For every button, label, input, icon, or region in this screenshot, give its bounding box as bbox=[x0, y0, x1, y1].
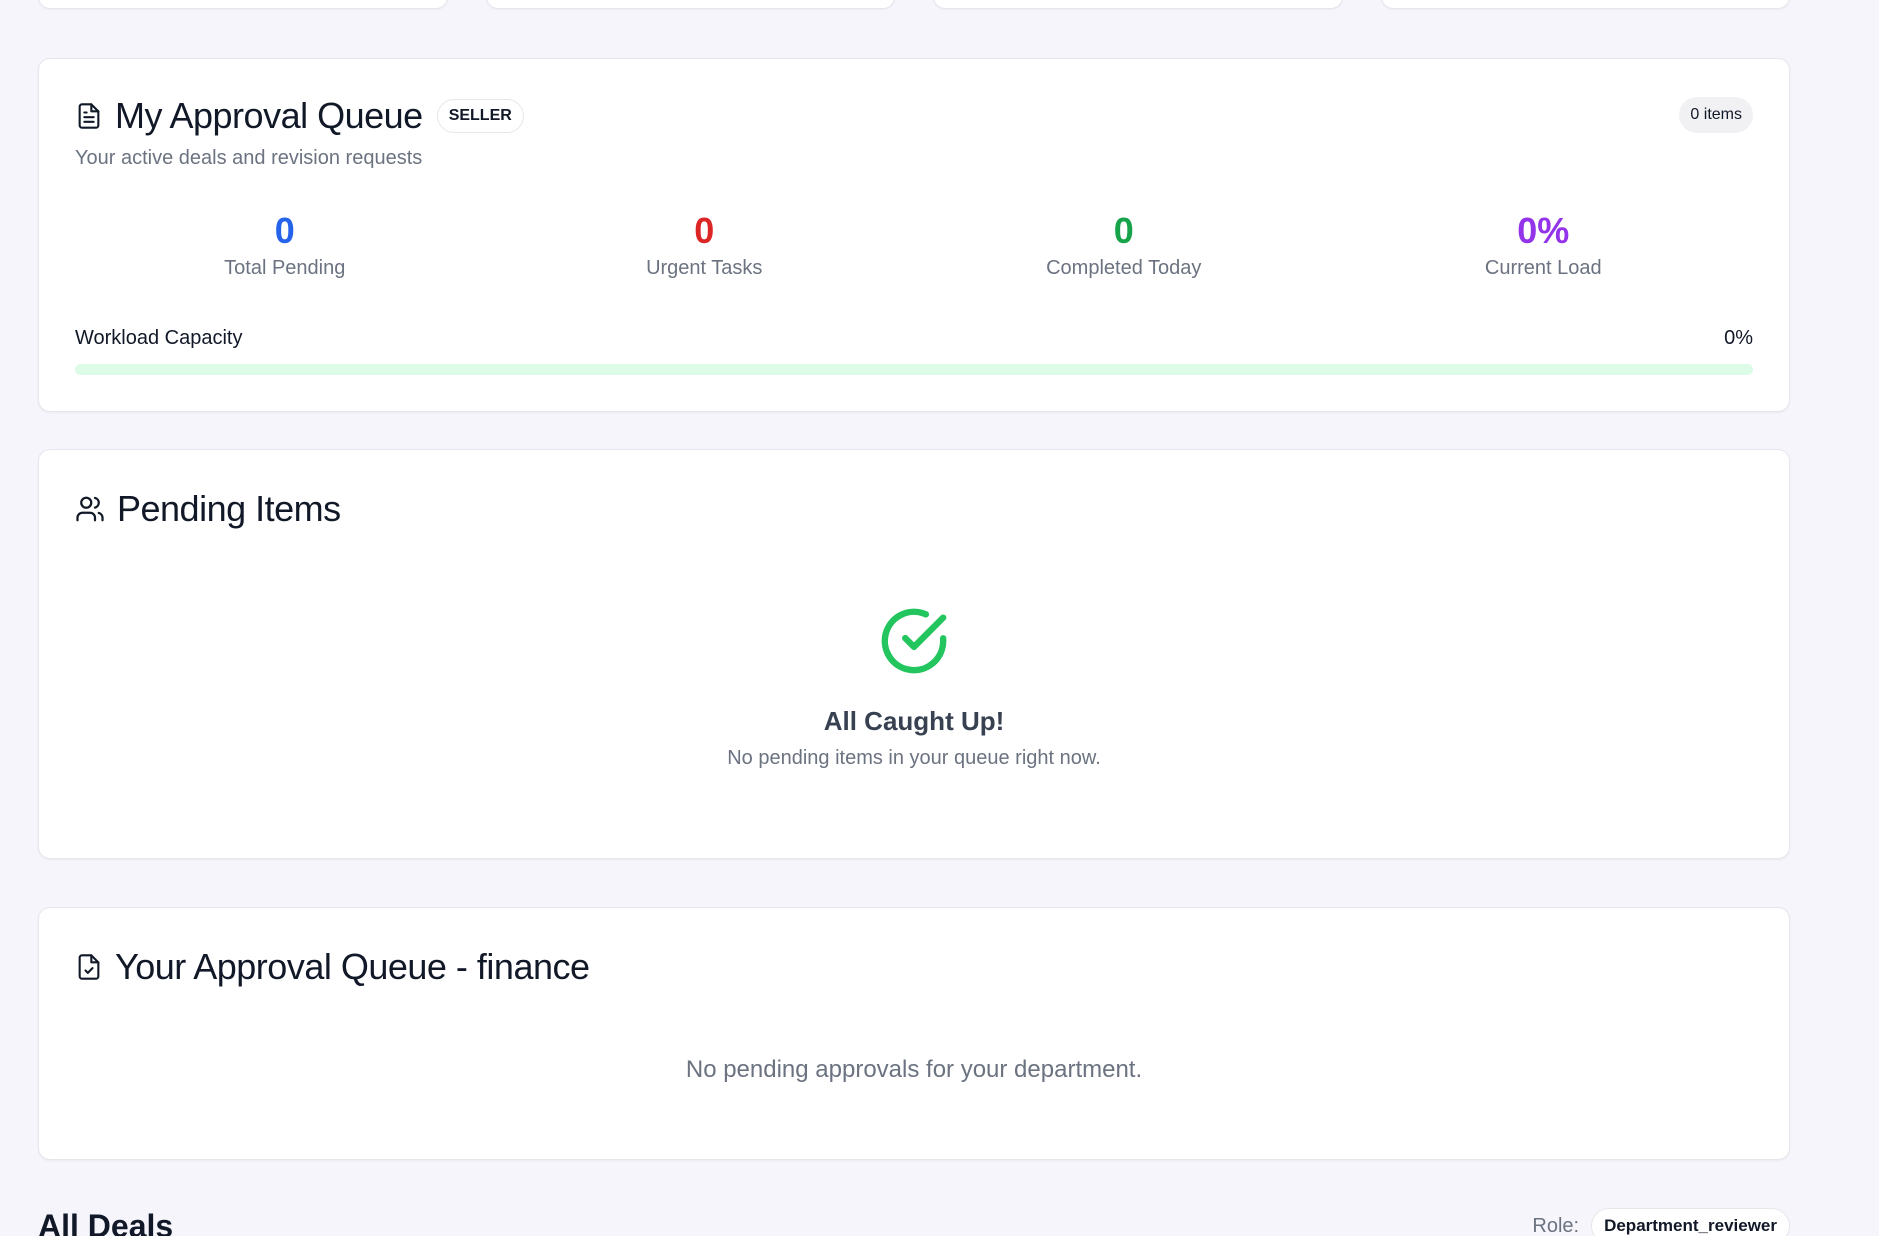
finance-queue-title: Your Approval Queue - finance bbox=[115, 946, 590, 987]
items-count-badge: 0 items bbox=[1679, 97, 1753, 133]
check-circle-icon bbox=[39, 606, 1789, 676]
stat-value: 0% bbox=[1517, 210, 1570, 251]
approval-queue-subtitle: Your active deals and revision requests bbox=[75, 147, 423, 169]
pending-items-title: Pending Items bbox=[117, 488, 341, 529]
file-text-icon bbox=[75, 101, 103, 131]
approval-queue-header: My Approval Queue SELLER bbox=[75, 95, 524, 137]
stat-label: Completed Today bbox=[1046, 257, 1202, 279]
users-icon bbox=[75, 494, 105, 524]
stat-urgent-tasks: 0 Urgent Tasks bbox=[495, 209, 915, 280]
stat-completed-today: 0 Completed Today bbox=[914, 209, 1334, 280]
finance-queue-card: Your Approval Queue - finance No pending… bbox=[38, 907, 1790, 1160]
approval-queue-card: My Approval Queue SELLER 0 items Your ac… bbox=[38, 58, 1790, 412]
summary-card bbox=[1380, 0, 1790, 9]
role-value-badge: Department_reviewer bbox=[1591, 1208, 1790, 1236]
all-deals-title: All Deals bbox=[38, 1208, 174, 1236]
queue-stats: 0 Total Pending 0 Urgent Tasks 0 Complet… bbox=[75, 209, 1753, 280]
stat-value: 0 bbox=[1113, 210, 1134, 251]
finance-queue-header: Your Approval Queue - finance bbox=[75, 946, 590, 988]
pending-items-header: Pending Items bbox=[75, 488, 341, 530]
stat-current-load: 0% Current Load bbox=[1334, 209, 1754, 280]
role-indicator: Role: Department_reviewer bbox=[1532, 1208, 1790, 1236]
file-check-icon bbox=[75, 952, 103, 982]
workload-value: 0% bbox=[1724, 327, 1753, 349]
summary-card bbox=[485, 0, 895, 9]
workload-capacity: Workload Capacity 0% bbox=[75, 327, 1753, 375]
role-label: Role: bbox=[1532, 1214, 1580, 1236]
empty-state-title: All Caught Up! bbox=[823, 706, 1005, 736]
summary-card bbox=[933, 0, 1343, 9]
pending-items-card: Pending Items All Caught Up! No pending … bbox=[38, 449, 1790, 859]
stat-label: Current Load bbox=[1484, 257, 1602, 279]
role-badge: SELLER bbox=[436, 99, 524, 133]
pending-empty-state: All Caught Up! No pending items in your … bbox=[39, 606, 1789, 770]
summary-card bbox=[38, 0, 448, 9]
summary-cards-row bbox=[38, 0, 1790, 9]
finance-empty-message: No pending approvals for your department… bbox=[685, 1056, 1143, 1083]
stat-label: Total Pending bbox=[224, 257, 346, 279]
stat-value: 0 bbox=[274, 210, 295, 251]
stat-value: 0 bbox=[694, 210, 715, 251]
approval-dashboard: My Approval Queue SELLER 0 items Your ac… bbox=[0, 0, 1879, 1236]
empty-state-message: No pending items in your queue right now… bbox=[727, 747, 1101, 769]
workload-progress-bar bbox=[75, 364, 1753, 375]
stat-label: Urgent Tasks bbox=[646, 257, 763, 279]
approval-queue-title: My Approval Queue bbox=[115, 95, 423, 136]
stat-total-pending: 0 Total Pending bbox=[75, 209, 495, 280]
workload-label: Workload Capacity bbox=[75, 327, 243, 349]
